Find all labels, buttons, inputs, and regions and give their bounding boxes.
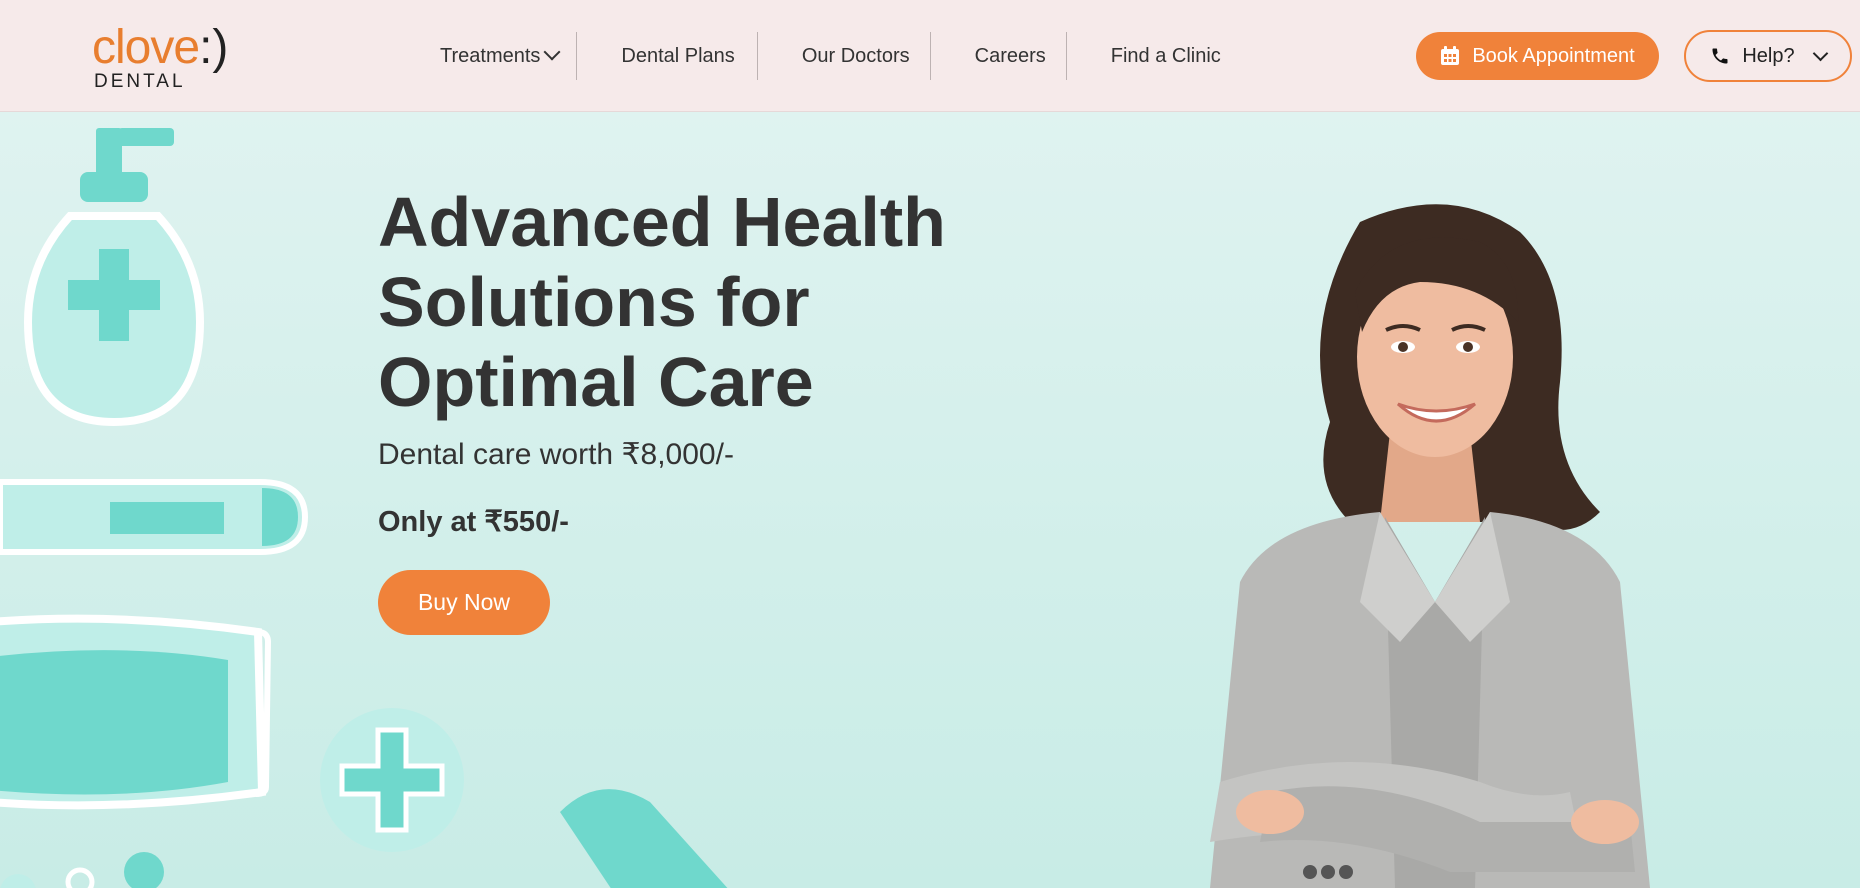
brand-smile: :) [199, 21, 229, 74]
nav-item-label: Dental Plans [621, 44, 735, 67]
brand-sub: DENTAL [94, 71, 186, 92]
main-nav: Treatments Dental Plans Our Doctors Care… [420, 32, 1241, 80]
hero-price: Only at ₹550/- [378, 506, 569, 538]
help-button[interactable]: Help? [1684, 30, 1852, 82]
nav-item-our-doctors[interactable]: Our Doctors [758, 32, 930, 80]
nav-item-label: Careers [974, 44, 1046, 67]
chevron-down-icon [1812, 45, 1828, 61]
nav-item-label: Our Doctors [801, 44, 910, 67]
help-label: Help? [1742, 44, 1795, 67]
hero-title: Advanced Health Solutions for Optimal Ca… [378, 183, 946, 421]
nav-item-dental-plans[interactable]: Dental Plans [577, 32, 756, 80]
capsule-icon [560, 789, 728, 888]
book-appointment-button[interactable]: Book Appointment [1416, 32, 1659, 80]
nav-item-find-a-clinic[interactable]: Find a Clinic [1067, 32, 1241, 80]
soap-bottle-icon [23, 128, 205, 427]
thermometer-icon [0, 479, 309, 555]
doctor-photo [1210, 204, 1650, 888]
hero-subtitle: Dental care worth ₹8,000/- [378, 438, 734, 471]
brand-logo[interactable]: clove:) DENTAL [92, 21, 229, 92]
site-header: clove:) DENTAL Treatments Dental Plans O… [0, 0, 1860, 112]
brand-name: clove [92, 21, 200, 74]
chevron-down-icon [543, 43, 561, 61]
book-appointment-label: Book Appointment [1472, 44, 1635, 67]
nav-item-label: Find a Clinic [1110, 44, 1221, 67]
nav-item-careers[interactable]: Careers [931, 32, 1066, 80]
phone-icon [1712, 48, 1728, 64]
calendar-icon [1441, 46, 1460, 65]
nav-item-treatments[interactable]: Treatments [420, 32, 576, 80]
buy-now-button[interactable]: Buy Now [378, 570, 550, 635]
nav-item-label: Treatments [440, 44, 541, 67]
medicine-cross-icon [320, 708, 464, 852]
hero-banner: Advanced Health Solutions for Optimal Ca… [0, 112, 1860, 888]
face-mask-icon [0, 614, 272, 810]
